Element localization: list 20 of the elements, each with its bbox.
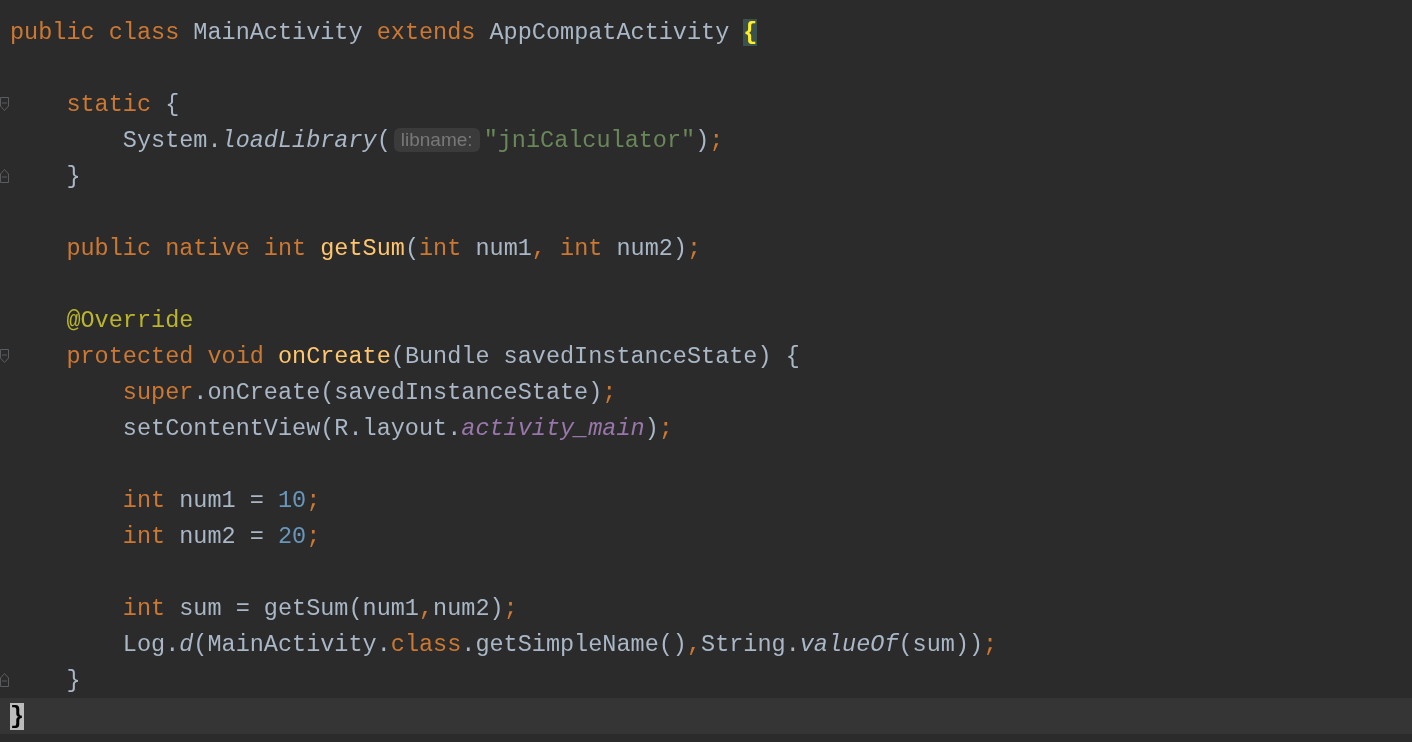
code-line: int sum = getSum(num1,num2); [121, 594, 518, 622]
code-line: int num2 = 20; [121, 522, 321, 550]
code-line: "jniCalculator"); [483, 126, 724, 154]
parameter-hint: libname: [393, 128, 480, 152]
code-line: } [65, 162, 81, 190]
fold-icon[interactable] [0, 169, 9, 183]
code-line: } [65, 666, 81, 694]
code-line: @Override [65, 306, 194, 334]
code-line: Log.d(MainActivity.class.getSimpleName(),String.valueOf(sum)); [121, 630, 998, 658]
code-line: public class MainActivity extends AppCompatActivity { [10, 18, 758, 46]
code-line: protected void onCreate(Bundle savedInstanceState) { [65, 342, 800, 370]
fold-icon[interactable] [0, 349, 9, 363]
fold-icon[interactable] [0, 673, 9, 687]
code-line: setContentView(R.layout.activity_main); [121, 414, 673, 442]
code-line: int num1 = 10; [121, 486, 321, 514]
code-line: super.onCreate(savedInstanceState); [121, 378, 617, 406]
code-line: System.loadLibrary( [121, 126, 391, 154]
fold-icon[interactable] [0, 97, 9, 111]
code-line: static { [65, 90, 180, 118]
code-line: public native int getSum(int num1, int num2); [65, 234, 702, 262]
